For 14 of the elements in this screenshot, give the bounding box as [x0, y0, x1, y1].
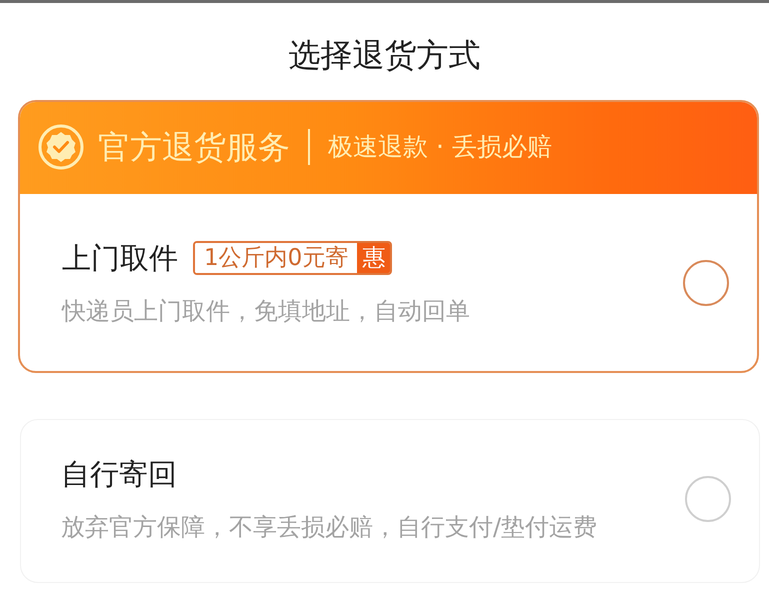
- option-description: 放弃官方保障，不享丢损必赔，自行支付/垫付运费: [61, 512, 598, 542]
- option-name: 自行寄回: [61, 456, 177, 492]
- option-name: 上门取件: [62, 240, 178, 276]
- option-card[interactable]: 官方退货服务 极速退款 · 丢损必赔 上门取件 1公斤内0元寄 惠 快递员上门取件，免填地址，自动回单: [18, 100, 759, 373]
- promo-text: 1公斤内0元寄: [195, 243, 358, 273]
- badge-check-icon: [38, 124, 84, 170]
- option-description: 快递员上门取件，免填地址，自动回单: [62, 296, 471, 326]
- banner-title: 官方退货服务: [98, 127, 290, 167]
- option-card[interactable]: 自行寄回 放弃官方保障，不享丢损必赔，自行支付/垫付运费: [20, 419, 760, 583]
- radio-button[interactable]: [685, 476, 731, 522]
- radio-button[interactable]: [683, 260, 729, 306]
- banner-tagline: 极速退款 · 丢损必赔: [328, 131, 552, 163]
- sheet-title: 选择退货方式: [288, 35, 482, 75]
- promo-mark: 惠: [357, 243, 390, 273]
